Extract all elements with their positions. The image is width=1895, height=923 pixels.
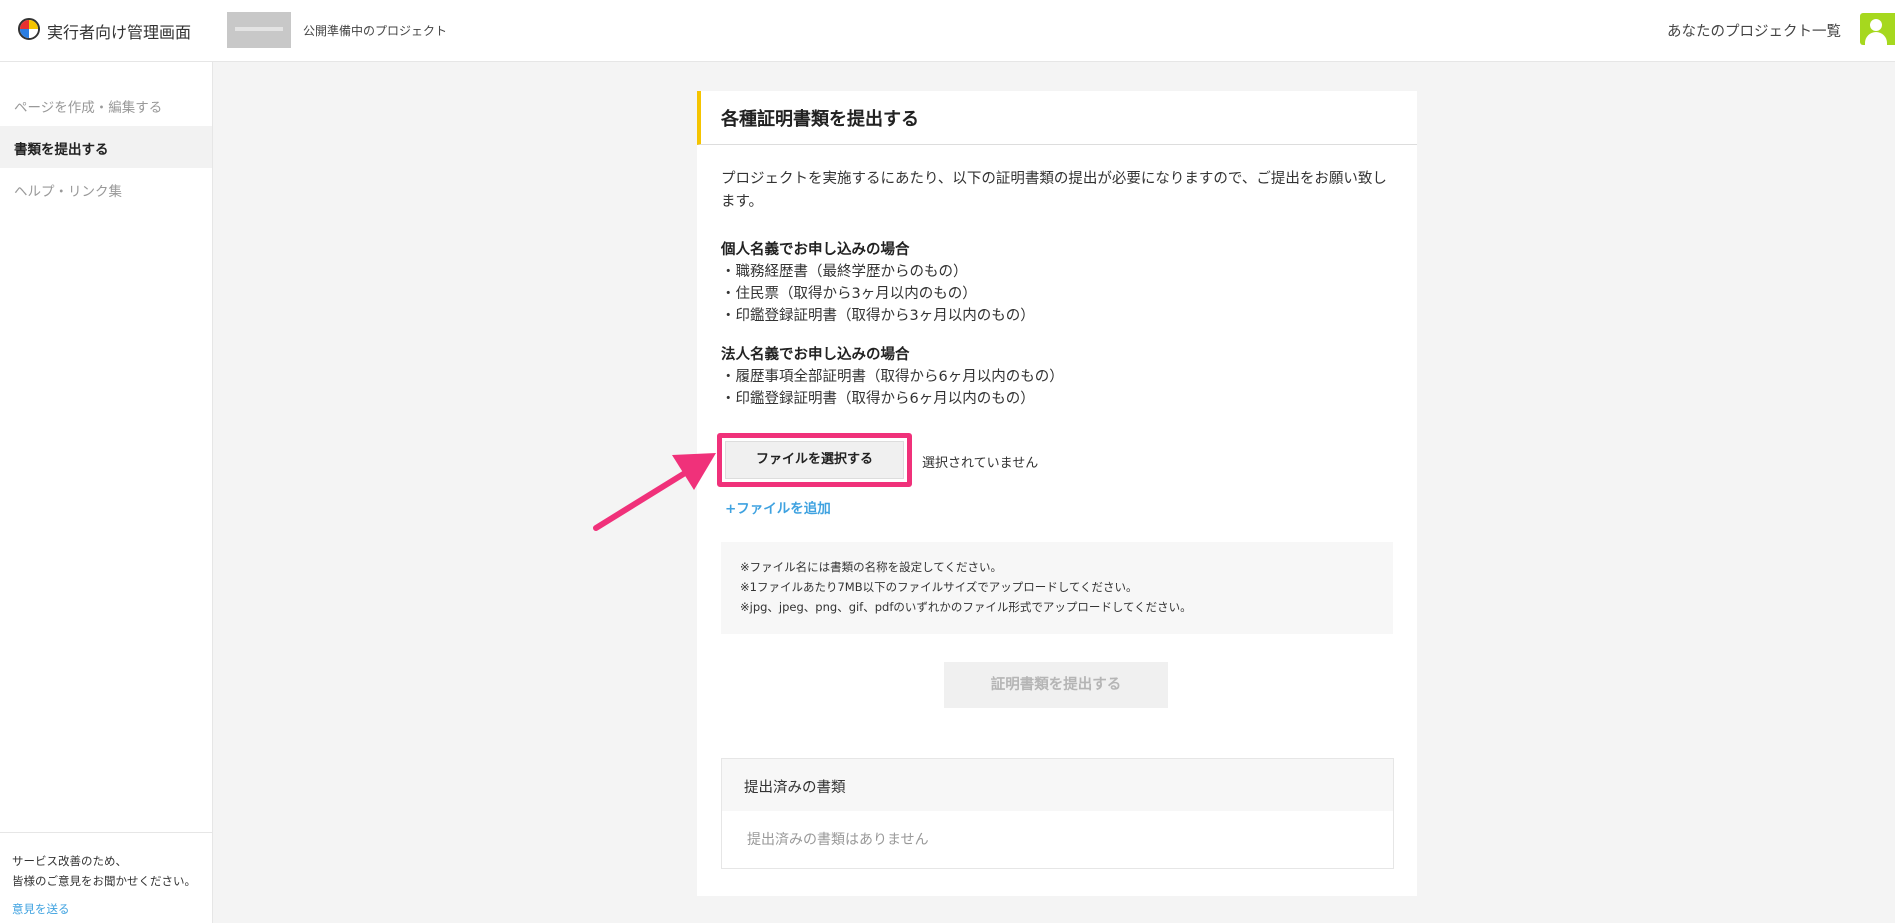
file-status-text: 選択されていません bbox=[922, 456, 1039, 471]
sidebar-item-edit-page[interactable]: ページを作成・編集する bbox=[0, 84, 212, 126]
sidebar-item-submit-documents[interactable]: 書類を提出する bbox=[0, 126, 212, 168]
project-thumbnail[interactable] bbox=[227, 12, 291, 48]
documents-card: 各種証明書類を提出する プロジェクトを実施するにあたり、以下の証明書類の提出が必… bbox=[697, 91, 1417, 896]
feedback-text-line2: 皆様のご意見をお聞かせください。 bbox=[12, 874, 196, 888]
user-avatar-icon[interactable] bbox=[1860, 13, 1895, 45]
page-title: 各種証明書類を提出する bbox=[697, 91, 1417, 145]
submitted-documents-panel: 提出済みの書類 提出済みの書類はありません bbox=[721, 758, 1394, 869]
corporate-doc-item: ・印鑑登録証明書（取得から6ヶ月以内のもの） bbox=[721, 391, 1035, 407]
feedback-section: サービス改善のため、 皆様のご意見をお聞かせください。 意見を送る bbox=[0, 832, 212, 919]
individual-doc-item: ・印鑑登録証明書（取得から3ヶ月以内のもの） bbox=[721, 308, 1035, 324]
upload-note: ※ファイル名には書類の名称を設定してください。 bbox=[740, 560, 1002, 574]
add-file-link[interactable]: +ファイルを追加 bbox=[725, 497, 831, 517]
file-button-highlight: ファイルを選択する bbox=[717, 433, 912, 487]
corporate-heading: 法人名義でお申し込みの場合 bbox=[721, 347, 910, 363]
individual-heading: 個人名義でお申し込みの場合 bbox=[721, 242, 910, 258]
individual-doc-item: ・職務経歴書（最終学歴からのもの） bbox=[721, 264, 968, 280]
upload-notes: ※ファイル名には書類の名称を設定してください。 ※1ファイルあたり7MB以下のフ… bbox=[721, 542, 1393, 634]
choose-file-button[interactable]: ファイルを選択する bbox=[725, 441, 904, 479]
submitted-documents-heading: 提出済みの書類 bbox=[722, 759, 1393, 811]
feedback-text-line1: サービス改善のため、 bbox=[12, 854, 127, 868]
app-title[interactable]: 実行者向け管理画面 bbox=[47, 19, 191, 43]
submitted-empty-text: 提出済みの書類はありません bbox=[747, 832, 929, 848]
corporate-doc-item: ・履歴事項全部証明書（取得から6ヶ月以内のもの） bbox=[721, 369, 1064, 385]
sidebar: ページを作成・編集する 書類を提出する ヘルプ・リンク集 サービス改善のため、 … bbox=[0, 62, 213, 923]
upload-note: ※1ファイルあたり7MB以下のファイルサイズでアップロードしてください。 bbox=[740, 580, 1138, 594]
app-logo-icon[interactable] bbox=[18, 18, 40, 40]
send-feedback-link[interactable]: 意見を送る bbox=[12, 899, 70, 919]
top-header: 実行者向け管理画面 公開準備中のプロジェクト あなたのプロジェクト一覧 bbox=[0, 0, 1895, 62]
my-projects-link[interactable]: あなたのプロジェクト一覧 bbox=[1667, 20, 1841, 41]
intro-text: プロジェクトを実施するにあたり、以下の証明書類の提出が必要になりますので、ご提出… bbox=[721, 171, 1387, 210]
annotation-arrow-icon bbox=[593, 453, 716, 531]
project-status-label: 公開準備中のプロジェクト bbox=[303, 24, 448, 38]
sidebar-item-help-links[interactable]: ヘルプ・リンク集 bbox=[0, 168, 212, 210]
individual-doc-item: ・住民票（取得から3ヶ月以内のもの） bbox=[721, 286, 977, 302]
upload-note: ※jpg、jpeg、png、gif、pdfのいずれかのファイル形式でアップロード… bbox=[740, 600, 1192, 614]
submit-documents-button[interactable]: 証明書類を提出する bbox=[944, 662, 1168, 708]
